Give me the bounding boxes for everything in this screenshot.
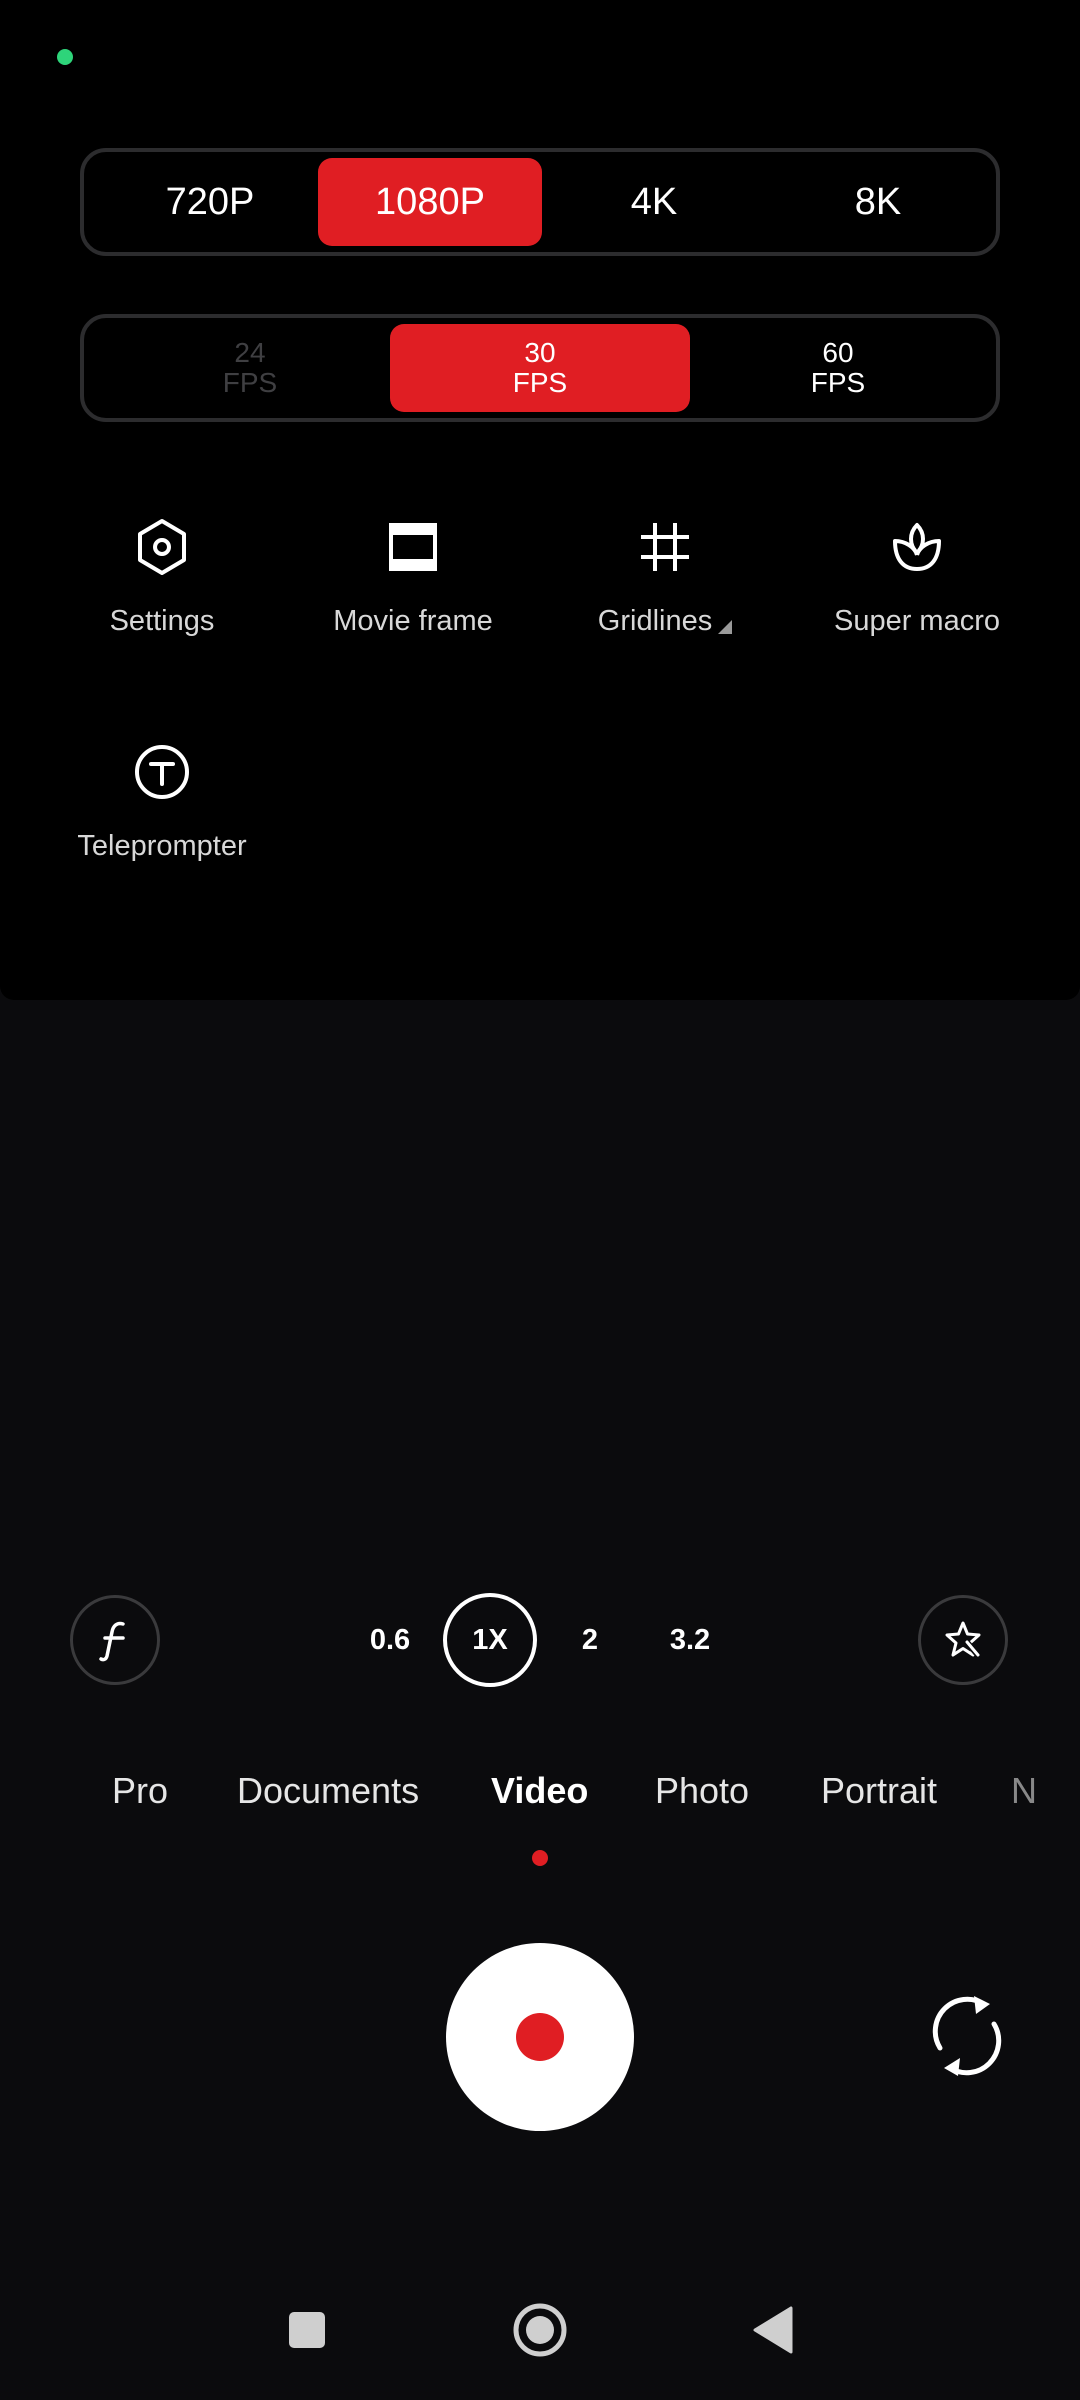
settings-tool-button[interactable]: Settings	[37, 515, 287, 665]
fps-value: 24	[234, 337, 266, 368]
settings-icon	[138, 519, 186, 575]
fps-unit: FPS	[810, 367, 866, 398]
recents-button[interactable]	[277, 2300, 337, 2360]
active-mode-indicator	[532, 1850, 548, 1866]
back-button[interactable]	[743, 2300, 803, 2360]
zoom-option-0-6[interactable]: 0.6	[343, 1593, 437, 1687]
teleprompter-label: Teleprompter	[77, 830, 247, 862]
zoom-option-1x[interactable]: 1X	[443, 1593, 537, 1687]
mode-documents[interactable]: Documents	[237, 1770, 419, 1812]
dropdown-corner-icon	[718, 620, 733, 634]
fps-value: 60	[822, 337, 854, 368]
resolution-option-720p[interactable]: 720P	[98, 158, 322, 246]
zoom-selector: 0.6 1X 2 3.2	[343, 1593, 737, 1687]
teleprompter-icon	[135, 745, 189, 799]
fps-option-60[interactable]: 60 FPS	[688, 324, 988, 412]
mode-portrait[interactable]: Portrait	[821, 1770, 937, 1812]
sparkle-star-icon	[945, 1621, 981, 1657]
movie-frame-icon	[389, 523, 437, 571]
record-dot-icon	[516, 2013, 564, 2061]
gridlines-label-group: Gridlines	[597, 605, 733, 638]
beauty-effects-button[interactable]	[918, 1595, 1008, 1685]
fps-option-30[interactable]: 30 FPS	[390, 324, 690, 412]
square-recents-icon	[289, 2312, 325, 2348]
filters-button[interactable]	[70, 1595, 160, 1685]
home-button[interactable]	[510, 2300, 570, 2360]
video-settings-panel: 720P 1080P 4K 8K 24 FPS 30 FPS 60 FPS Se…	[0, 0, 1080, 1000]
fps-unit: FPS	[512, 367, 568, 398]
mode-next-partial[interactable]: N	[1011, 1770, 1037, 1812]
teleprompter-tool-button[interactable]: Teleprompter	[37, 740, 287, 890]
camera-screen: 720P 1080P 4K 8K 24 FPS 30 FPS 60 FPS Se…	[0, 0, 1080, 2400]
gridlines-tool-button[interactable]: Gridlines	[540, 515, 790, 665]
mode-video[interactable]: Video	[491, 1770, 588, 1812]
filter-f-icon	[99, 1621, 125, 1662]
movie-frame-tool-button[interactable]: Movie frame	[288, 515, 538, 665]
fps-unit: FPS	[222, 367, 278, 398]
resolution-selector: 720P 1080P 4K 8K	[80, 148, 1000, 256]
movie-frame-label: Movie frame	[333, 605, 493, 637]
triangle-back-icon	[753, 2306, 793, 2354]
zoom-option-2[interactable]: 2	[543, 1593, 637, 1687]
mode-photo[interactable]: Photo	[655, 1770, 749, 1812]
super-macro-label: Super macro	[833, 605, 1000, 637]
circle-home-icon	[513, 2303, 567, 2357]
resolution-option-4k[interactable]: 4K	[542, 158, 766, 246]
switch-camera-icon[interactable]	[922, 1988, 1012, 2084]
fps-option-24[interactable]: 24 FPS	[100, 324, 400, 412]
gridlines-label: Gridlines	[597, 605, 713, 637]
resolution-option-8k[interactable]: 8K	[766, 158, 990, 246]
status-indicator-dot	[57, 49, 73, 65]
settings-label: Settings	[109, 605, 215, 637]
grid-icon	[641, 523, 689, 571]
fps-value: 30	[524, 337, 556, 368]
resolution-option-1080p[interactable]: 1080P	[318, 158, 542, 246]
mode-pro[interactable]: Pro	[112, 1770, 168, 1812]
flower-macro-icon	[893, 523, 941, 571]
zoom-option-3-2[interactable]: 3.2	[643, 1593, 737, 1687]
camera-mode-bar: Pro Documents Video Photo Portrait N	[0, 1770, 1080, 1840]
fps-selector: 24 FPS 30 FPS 60 FPS	[80, 314, 1000, 422]
super-macro-tool-button[interactable]: Super macro	[792, 515, 1042, 665]
record-button[interactable]	[446, 1943, 634, 2131]
